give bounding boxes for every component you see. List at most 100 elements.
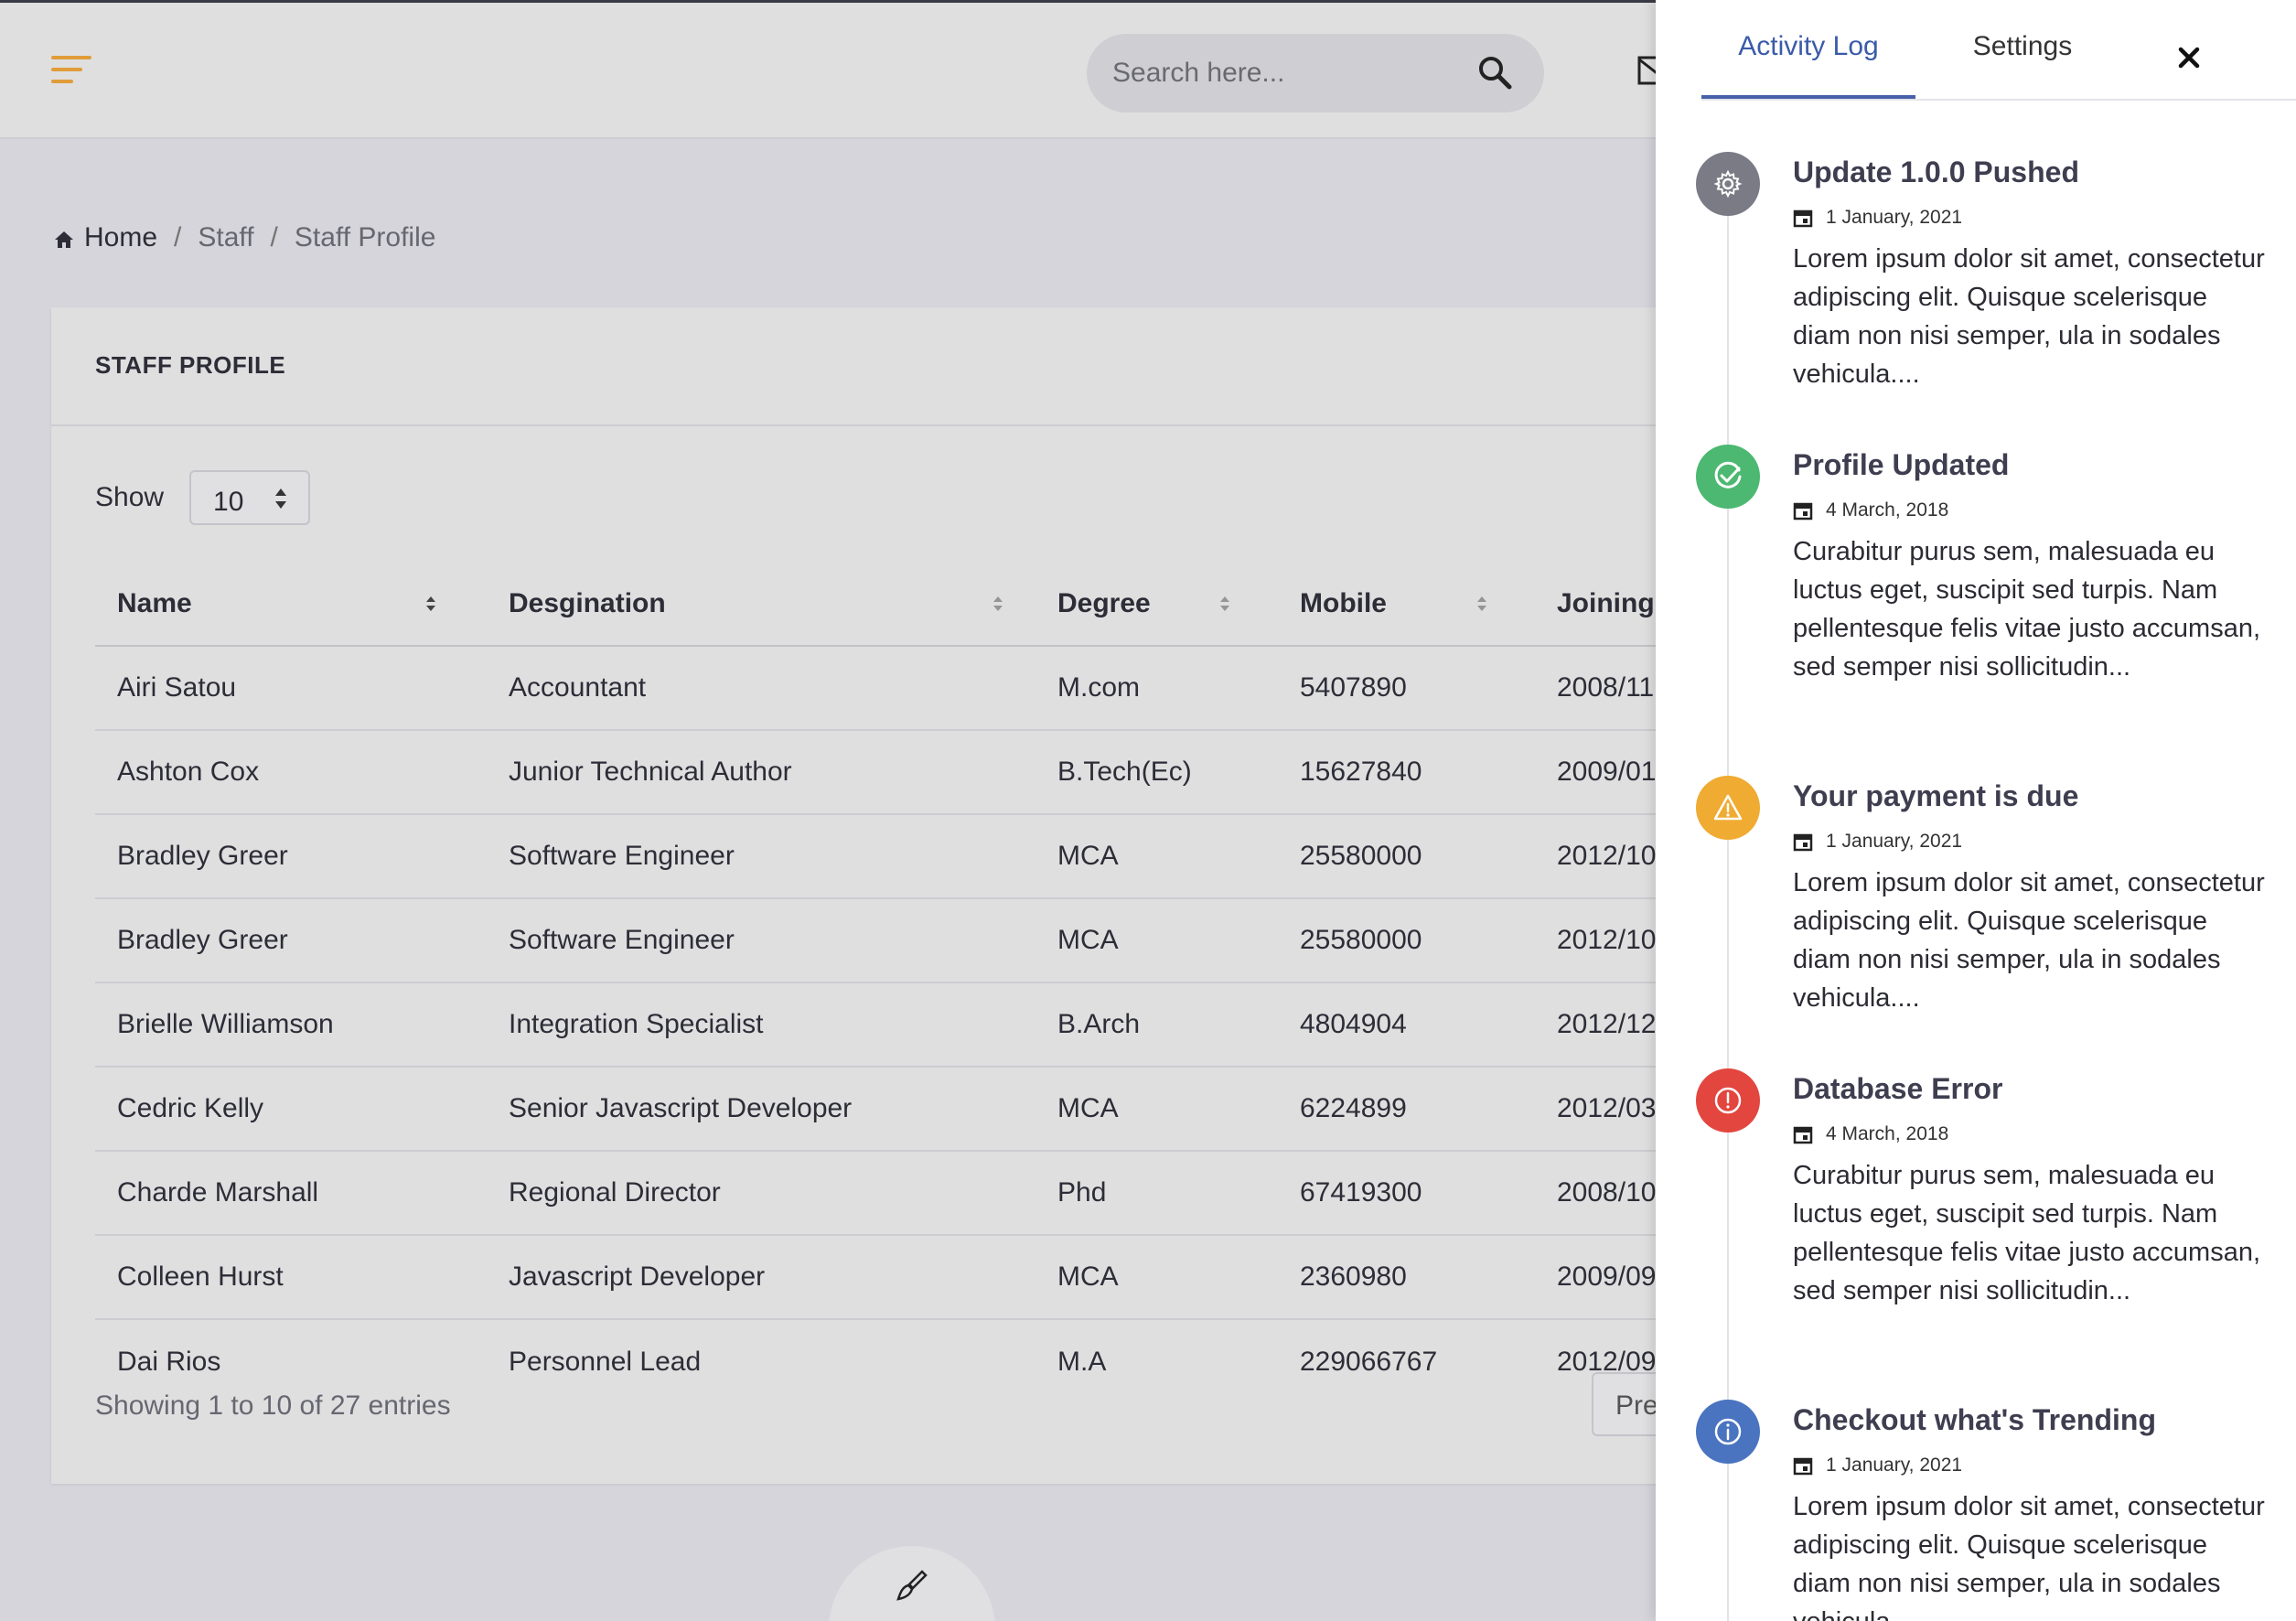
event-date: 4 March, 2018	[1793, 1123, 1948, 1145]
paint-brush-icon	[896, 1570, 928, 1601]
event-date: 4 March, 2018	[1793, 499, 1948, 521]
event-title: Database Error	[1793, 1072, 2003, 1105]
event-marker	[1696, 1068, 1760, 1133]
cell-designation: Integration Specialist	[487, 982, 1035, 1068]
column-header-mobile[interactable]: Mobile	[1278, 562, 1535, 647]
column-header-designation[interactable]: Desgination	[487, 562, 1035, 647]
cell-designation: Software Engineer	[487, 814, 1035, 899]
table-row[interactable]: Ashton Cox Junior Technical Author B.Tec…	[95, 730, 1881, 815]
column-header-name[interactable]: Name	[95, 562, 487, 647]
table-row[interactable]: Bradley Greer Software Engineer MCA 2558…	[95, 814, 1881, 899]
table-row[interactable]: Charde Marshall Regional Director Phd 67…	[95, 1151, 1881, 1236]
cell-mobile: 25580000	[1278, 814, 1535, 899]
cell-degree: B.Tech(Ec)	[1035, 730, 1278, 815]
cell-degree: MCA	[1035, 898, 1278, 983]
table-row[interactable]: Colleen Hurst Javascript Developer MCA 2…	[95, 1235, 1881, 1320]
sort-icon	[1477, 596, 1486, 611]
calendar-icon	[1793, 1126, 1813, 1144]
activity-side-panel: Activity Log Settings Update 1.0.0 Pushe…	[1656, 0, 2296, 1621]
cell-designation: Junior Technical Author	[487, 730, 1035, 815]
page-size-value: 10	[213, 487, 244, 517]
event-date: 1 January, 2021	[1793, 831, 1962, 853]
event-title: Your payment is due	[1793, 779, 2079, 812]
calendar-icon	[1793, 1457, 1813, 1476]
cell-degree: B.Arch	[1035, 982, 1278, 1068]
sort-icon	[993, 596, 1003, 611]
cell-mobile: 25580000	[1278, 898, 1535, 983]
column-label: Mobile	[1300, 587, 1387, 618]
table-row[interactable]: Bradley Greer Software Engineer MCA 2558…	[95, 898, 1881, 983]
event-date-text: 1 January, 2021	[1826, 831, 1963, 852]
close-icon[interactable]	[2173, 42, 2205, 73]
cell-degree: M.A	[1057, 1346, 1107, 1377]
event-date-text: 4 March, 2018	[1826, 499, 1949, 521]
cell-name: Ashton Cox	[95, 730, 487, 815]
alert-circle-icon	[1714, 1087, 1742, 1114]
cell-degree: Phd	[1035, 1151, 1278, 1236]
breadcrumb: Home / Staff / Staff Profile	[53, 220, 435, 256]
breadcrumb-staff[interactable]: Staff	[198, 222, 253, 253]
cell-mobile: 4804904	[1278, 982, 1535, 1068]
cell-degree: MCA	[1035, 1067, 1278, 1152]
select-arrows-icon	[275, 488, 287, 509]
breadcrumb-separator: /	[174, 222, 182, 252]
table-row[interactable]: Airi Satou Accountant M.com 5407890 2008…	[95, 646, 1881, 731]
entries-info: Showing 1 to 10 of 27 entries	[95, 1390, 451, 1421]
cell-name: Charde Marshall	[95, 1151, 487, 1236]
panel-tabs: Activity Log Settings	[1701, 0, 2296, 101]
search-box	[1087, 34, 1544, 113]
cell-name: Bradley Greer	[95, 898, 487, 983]
event-description: Lorem ipsum dolor sit amet, consectetur …	[1793, 244, 2265, 389]
event-title: Profile Updated	[1793, 448, 2010, 481]
theme-customizer-button[interactable]	[829, 1546, 995, 1621]
event-date-text: 1 January, 2021	[1826, 207, 1963, 228]
sort-icon	[1220, 596, 1229, 611]
table-row[interactable]: Cedric Kelly Senior Javascript Developer…	[95, 1067, 1881, 1152]
card-header: STAFF PROFILE	[51, 307, 1881, 426]
event-date-text: 1 January, 2021	[1826, 1455, 1963, 1476]
event-description: Lorem ipsum dolor sit amet, consectetur …	[1793, 868, 2265, 1013]
tab-activity-log[interactable]: Activity Log	[1701, 31, 1915, 99]
event-marker	[1696, 776, 1760, 840]
table-header-row: Name Desgination Degree Mobile Joining d	[95, 562, 1881, 647]
calendar-icon	[1793, 502, 1813, 521]
event-description: Curabitur purus sem, malesuada eu luctus…	[1793, 537, 2261, 682]
warning-icon	[1713, 794, 1743, 821]
column-label: Desgination	[509, 587, 666, 618]
cell-mobile: 2360980	[1278, 1235, 1535, 1320]
page-size-select[interactable]: 10	[189, 470, 311, 525]
calendar-icon	[1793, 209, 1813, 228]
cell-mobile: 67419300	[1278, 1151, 1535, 1236]
event-date-text: 4 March, 2018	[1826, 1123, 1949, 1144]
cell-degree: MCA	[1035, 814, 1278, 899]
cell-mobile: 6224899	[1278, 1067, 1535, 1152]
event-marker	[1696, 152, 1760, 216]
search-icon[interactable]	[1475, 52, 1515, 92]
menu-toggle-icon[interactable]	[51, 56, 91, 87]
event-description: Curabitur purus sem, malesuada eu luctus…	[1793, 1161, 2261, 1305]
column-label: Name	[117, 587, 192, 618]
cell-name: Brielle Williamson	[95, 982, 487, 1068]
cell-degree: M.com	[1035, 646, 1278, 731]
cell-designation: Senior Javascript Developer	[487, 1067, 1035, 1152]
event-marker	[1696, 1400, 1760, 1464]
cell-mobile: 5407890	[1278, 646, 1535, 731]
breadcrumb-home[interactable]: Home	[84, 222, 157, 253]
staff-table: Name Desgination Degree Mobile Joining d…	[95, 562, 1881, 1403]
cell-designation: Software Engineer	[487, 898, 1035, 983]
cell-name: Bradley Greer	[95, 814, 487, 899]
cell-designation: Personnel Lead	[509, 1346, 702, 1377]
search-input[interactable]	[1112, 50, 1460, 96]
event-date: 1 January, 2021	[1793, 207, 1962, 229]
cell-designation: Regional Director	[487, 1151, 1035, 1236]
table-row[interactable]: Brielle Williamson Integration Specialis…	[95, 982, 1881, 1068]
cell-designation: Javascript Developer	[487, 1235, 1035, 1320]
cell-designation: Accountant	[487, 646, 1035, 731]
tab-settings[interactable]: Settings	[1915, 31, 2130, 99]
show-label: Show	[95, 482, 165, 512]
cell-name: Cedric Kelly	[95, 1067, 487, 1152]
event-marker	[1696, 445, 1760, 509]
breadcrumb-staff-profile: Staff Profile	[294, 222, 436, 252]
cell-mobile: 229066767	[1300, 1346, 1438, 1377]
column-header-degree[interactable]: Degree	[1035, 562, 1278, 647]
